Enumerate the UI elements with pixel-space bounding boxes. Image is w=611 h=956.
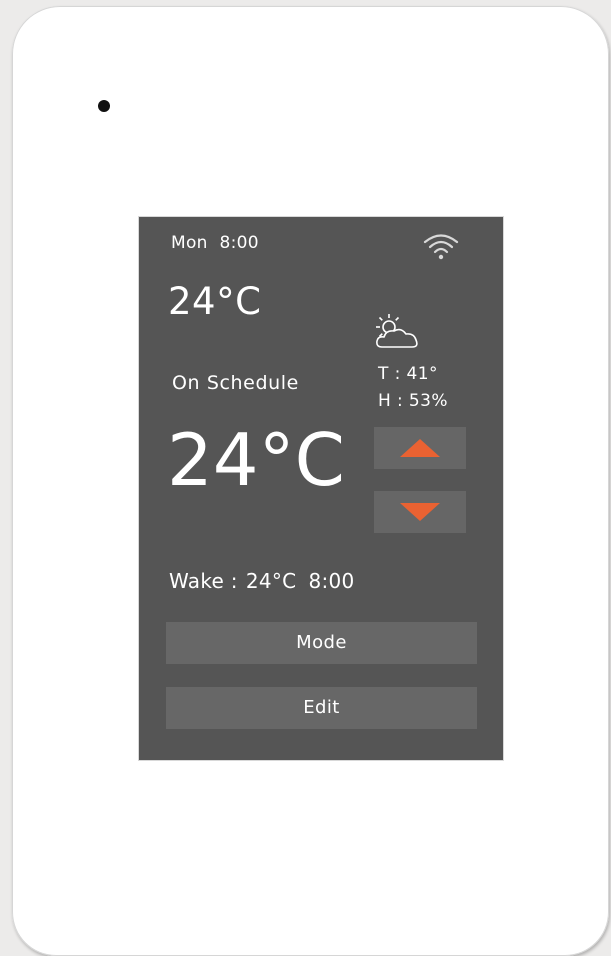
outdoor-conditions: T : 41° H : 53% — [378, 361, 448, 415]
arrow-down-icon — [400, 503, 440, 521]
sensor-indicator — [98, 100, 110, 112]
wifi-icon — [423, 234, 459, 260]
schedule-time: 8:00 — [308, 569, 355, 593]
schedule-period: Wake : — [169, 569, 238, 593]
outdoor-humidity: H : 53% — [378, 391, 448, 411]
arrow-up-icon — [400, 439, 440, 457]
increase-temperature-button[interactable] — [374, 427, 466, 469]
mode-button[interactable]: Mode — [166, 622, 477, 664]
partly-cloudy-icon — [376, 314, 418, 348]
edit-button[interactable]: Edit — [166, 687, 477, 729]
schedule-summary: Wake : 24°C 8:00 — [169, 569, 355, 593]
setpoint-temperature: 24°C — [167, 418, 345, 502]
date-time: Mon 8:00 — [171, 233, 259, 253]
outdoor-temperature: T : 41° — [378, 364, 438, 384]
schedule-status: On Schedule — [172, 372, 299, 394]
room-temperature: 24°C — [168, 280, 262, 323]
schedule-temperature: 24°C — [245, 569, 297, 593]
thermostat-device: Mon 8:00 24°C T : 41° H : 53% On Schedul… — [12, 6, 609, 956]
thermostat-screen: Mon 8:00 24°C T : 41° H : 53% On Schedul… — [139, 217, 503, 760]
time-label: 8:00 — [219, 233, 259, 253]
day-label: Mon — [171, 233, 208, 253]
decrease-temperature-button[interactable] — [374, 491, 466, 533]
